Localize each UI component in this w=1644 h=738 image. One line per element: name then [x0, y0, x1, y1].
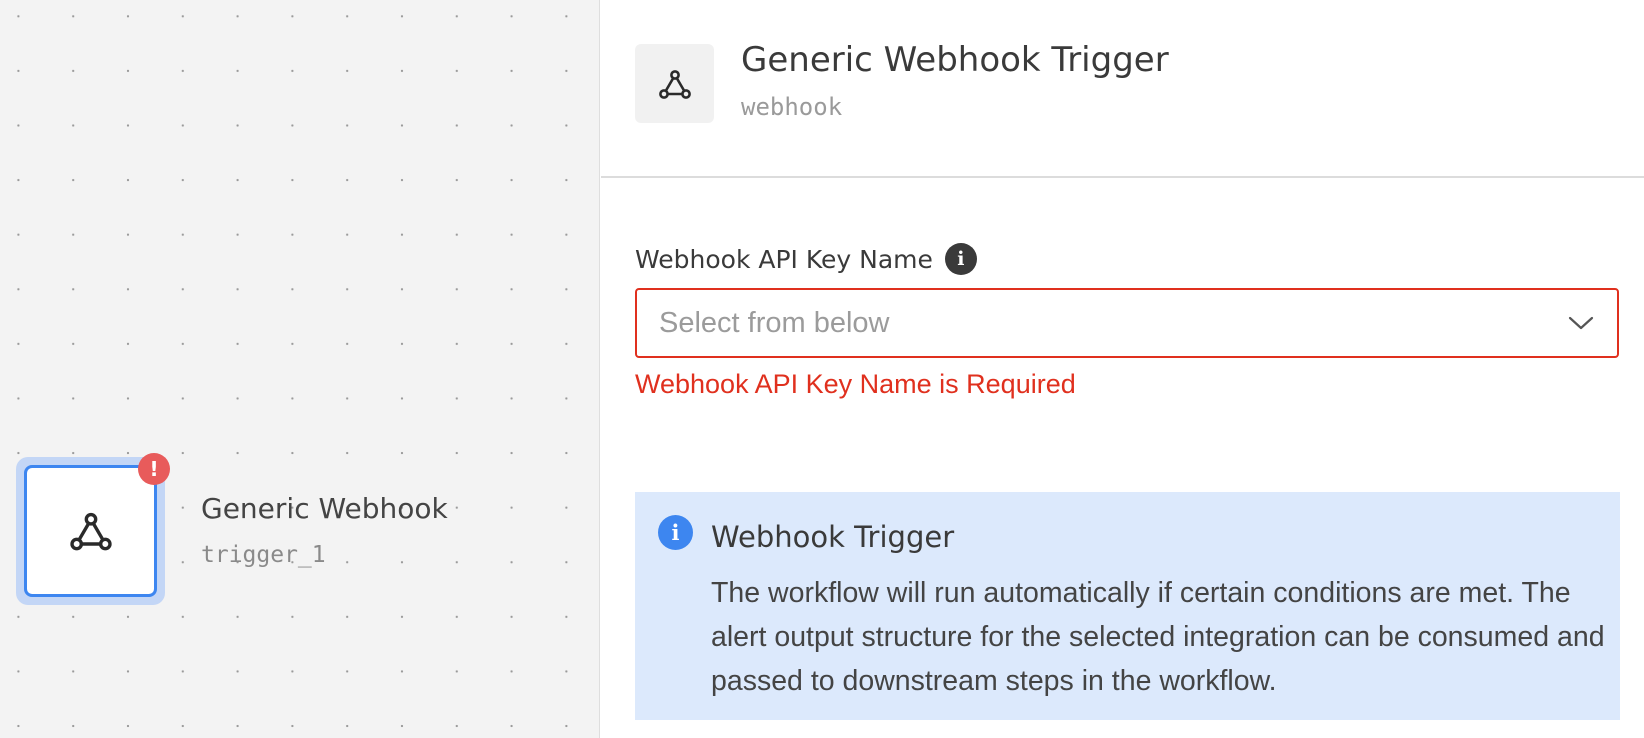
header-icon-box: [635, 44, 714, 123]
panel-header: Generic Webhook Trigger webhook: [601, 0, 1644, 178]
config-panel: Generic Webhook Trigger webhook Webhook …: [601, 0, 1644, 738]
info-callout: i Webhook Trigger The workflow will run …: [635, 492, 1620, 720]
field-label-text: Webhook API Key Name: [635, 244, 933, 274]
webhook-icon: [69, 512, 112, 551]
workflow-canvas[interactable]: ! Generic Webhook trigger_1: [0, 0, 600, 738]
select-placeholder: Select from below: [659, 306, 890, 339]
webhook-icon: [658, 69, 691, 99]
info-icon: i: [658, 515, 693, 550]
node-title: Generic Webhook: [201, 492, 448, 525]
field-label: Webhook API Key Name i: [635, 243, 977, 275]
error-badge-icon: !: [138, 453, 170, 485]
panel-subtitle: webhook: [741, 93, 843, 121]
info-icon[interactable]: i: [944, 243, 977, 275]
callout-text: The workflow will run automatically if c…: [711, 577, 1605, 697]
field-error-message: Webhook API Key Name is Required: [635, 369, 1076, 399]
chevron-down-icon: [1568, 316, 1594, 330]
callout-title: Webhook Trigger: [711, 520, 955, 554]
node-id: trigger_1: [201, 542, 326, 568]
api-key-select[interactable]: Select from below: [635, 288, 1619, 358]
panel-title: Generic Webhook Trigger: [741, 40, 1169, 80]
node-icon-box[interactable]: [24, 465, 157, 597]
